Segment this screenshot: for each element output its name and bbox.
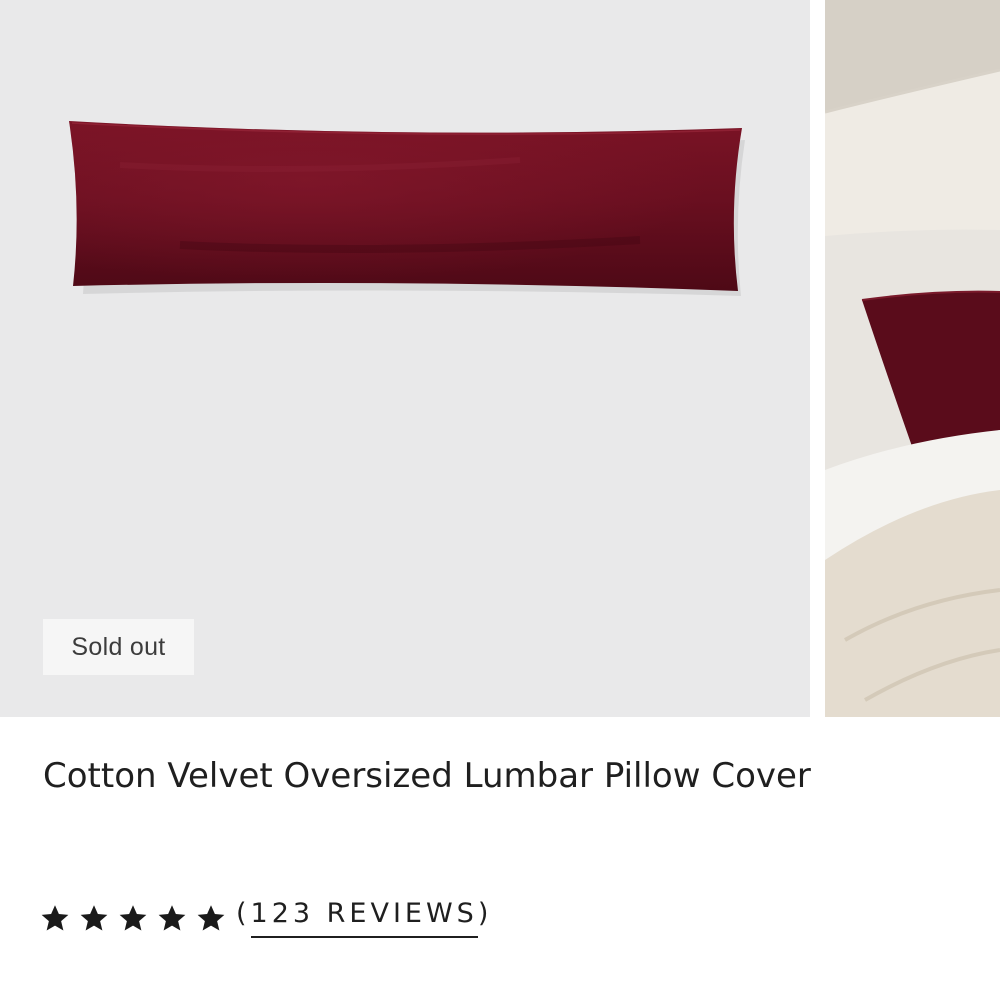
reviews-open-paren: ( — [236, 898, 251, 929]
reviews-link[interactable]: ( 123 REVIEWS ) — [236, 898, 492, 938]
star-rating — [40, 903, 226, 933]
star-icon — [80, 905, 108, 931]
lumbar-pillow-image — [69, 121, 745, 296]
star-icon — [41, 905, 69, 931]
star-icon — [158, 905, 186, 931]
product-image-secondary[interactable] — [825, 0, 1000, 717]
bed-scene-image — [825, 0, 1000, 717]
product-image-main[interactable]: Sold out — [0, 0, 810, 717]
star-icon — [197, 905, 225, 931]
product-title[interactable]: Cotton Velvet Oversized Lumbar Pillow Co… — [43, 748, 833, 805]
product-card: Sold out Cotton Velvet Oversized Lumbar … — [0, 0, 1000, 1000]
reviews-close-paren: ) — [477, 898, 493, 929]
reviews-count-label: 123 REVIEWS — [250, 898, 478, 938]
sold-out-badge: Sold out — [43, 619, 194, 675]
rating-row: ( 123 REVIEWS ) — [40, 893, 492, 943]
star-icon — [119, 905, 147, 931]
